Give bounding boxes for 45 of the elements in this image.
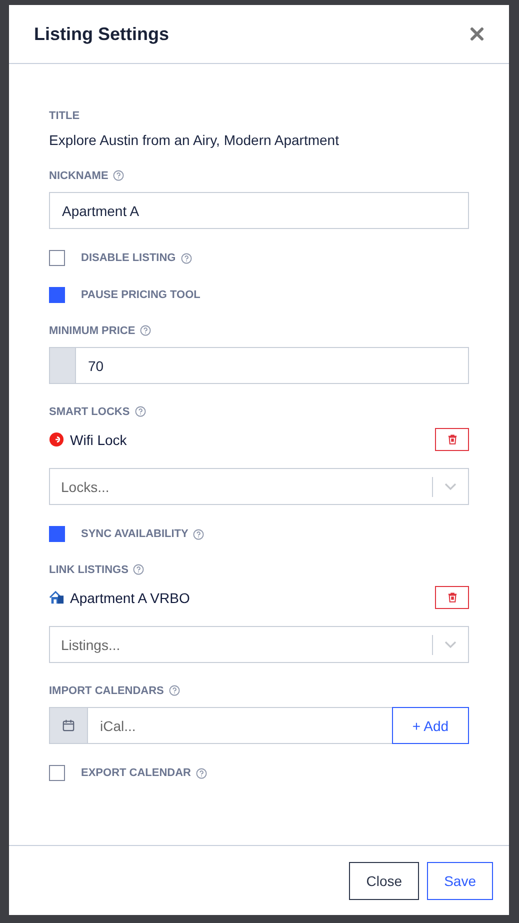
ical-input[interactable]: iCal... — [88, 707, 392, 744]
field-label: IMPORT CALENDARS — [49, 684, 164, 696]
close-icon[interactable] — [470, 27, 484, 41]
save-button[interactable]: Save — [427, 862, 493, 900]
help-icon[interactable] — [134, 406, 146, 417]
field-label: TITLE — [49, 110, 80, 122]
linked-item-name: Wifi Lock — [70, 432, 127, 448]
checkbox[interactable] — [49, 526, 65, 542]
delete-button[interactable] — [435, 586, 469, 609]
checkbox[interactable] — [49, 287, 65, 303]
select-dropdown[interactable]: Listings... — [49, 626, 469, 663]
delete-button[interactable] — [435, 428, 469, 451]
input-addon — [49, 347, 76, 384]
field-label: SMART LOCKS — [49, 406, 130, 418]
trash-icon — [446, 592, 458, 603]
calendar-icon — [62, 719, 75, 732]
help-icon[interactable] — [193, 528, 204, 540]
help-icon[interactable] — [133, 564, 144, 575]
field-label: MINIMUM PRICE — [49, 324, 136, 336]
trash-icon — [446, 434, 458, 445]
dialog-title: Listing Settings — [34, 24, 169, 44]
help-icon[interactable] — [113, 170, 124, 181]
nickname-input[interactable]: Apartment A — [49, 192, 469, 229]
checkbox-label: PAUSE PRICING TOOL — [81, 289, 200, 301]
field-label: LINK LISTINGS — [49, 564, 128, 576]
checkbox-label: DISABLE LISTING — [81, 252, 176, 264]
house-icon — [49, 590, 64, 605]
help-icon[interactable] — [140, 325, 152, 336]
price-input[interactable]: 70 — [76, 347, 469, 384]
field-label: NICKNAME — [49, 170, 108, 182]
chevron-down-icon — [444, 640, 457, 648]
select-dropdown[interactable]: Locks... — [49, 468, 469, 505]
lock-brand-icon — [49, 432, 64, 447]
add-button[interactable]: + Add — [392, 707, 469, 744]
close-button[interactable]: Close — [349, 862, 420, 900]
linked-item-name: Apartment A VRBO — [70, 590, 190, 606]
title-text: Explore Austin from an Airy, Modern Apartment — [49, 132, 340, 148]
help-icon[interactable] — [168, 685, 180, 696]
help-icon[interactable] — [180, 252, 192, 264]
help-icon[interactable] — [196, 768, 208, 778]
checkbox[interactable] — [49, 765, 65, 781]
checkbox-label: EXPORT CALENDAR — [81, 767, 192, 779]
chevron-down-icon — [444, 482, 457, 490]
checkbox-label: SYNC AVAILABILITY — [81, 528, 188, 540]
checkbox[interactable] — [49, 250, 65, 266]
